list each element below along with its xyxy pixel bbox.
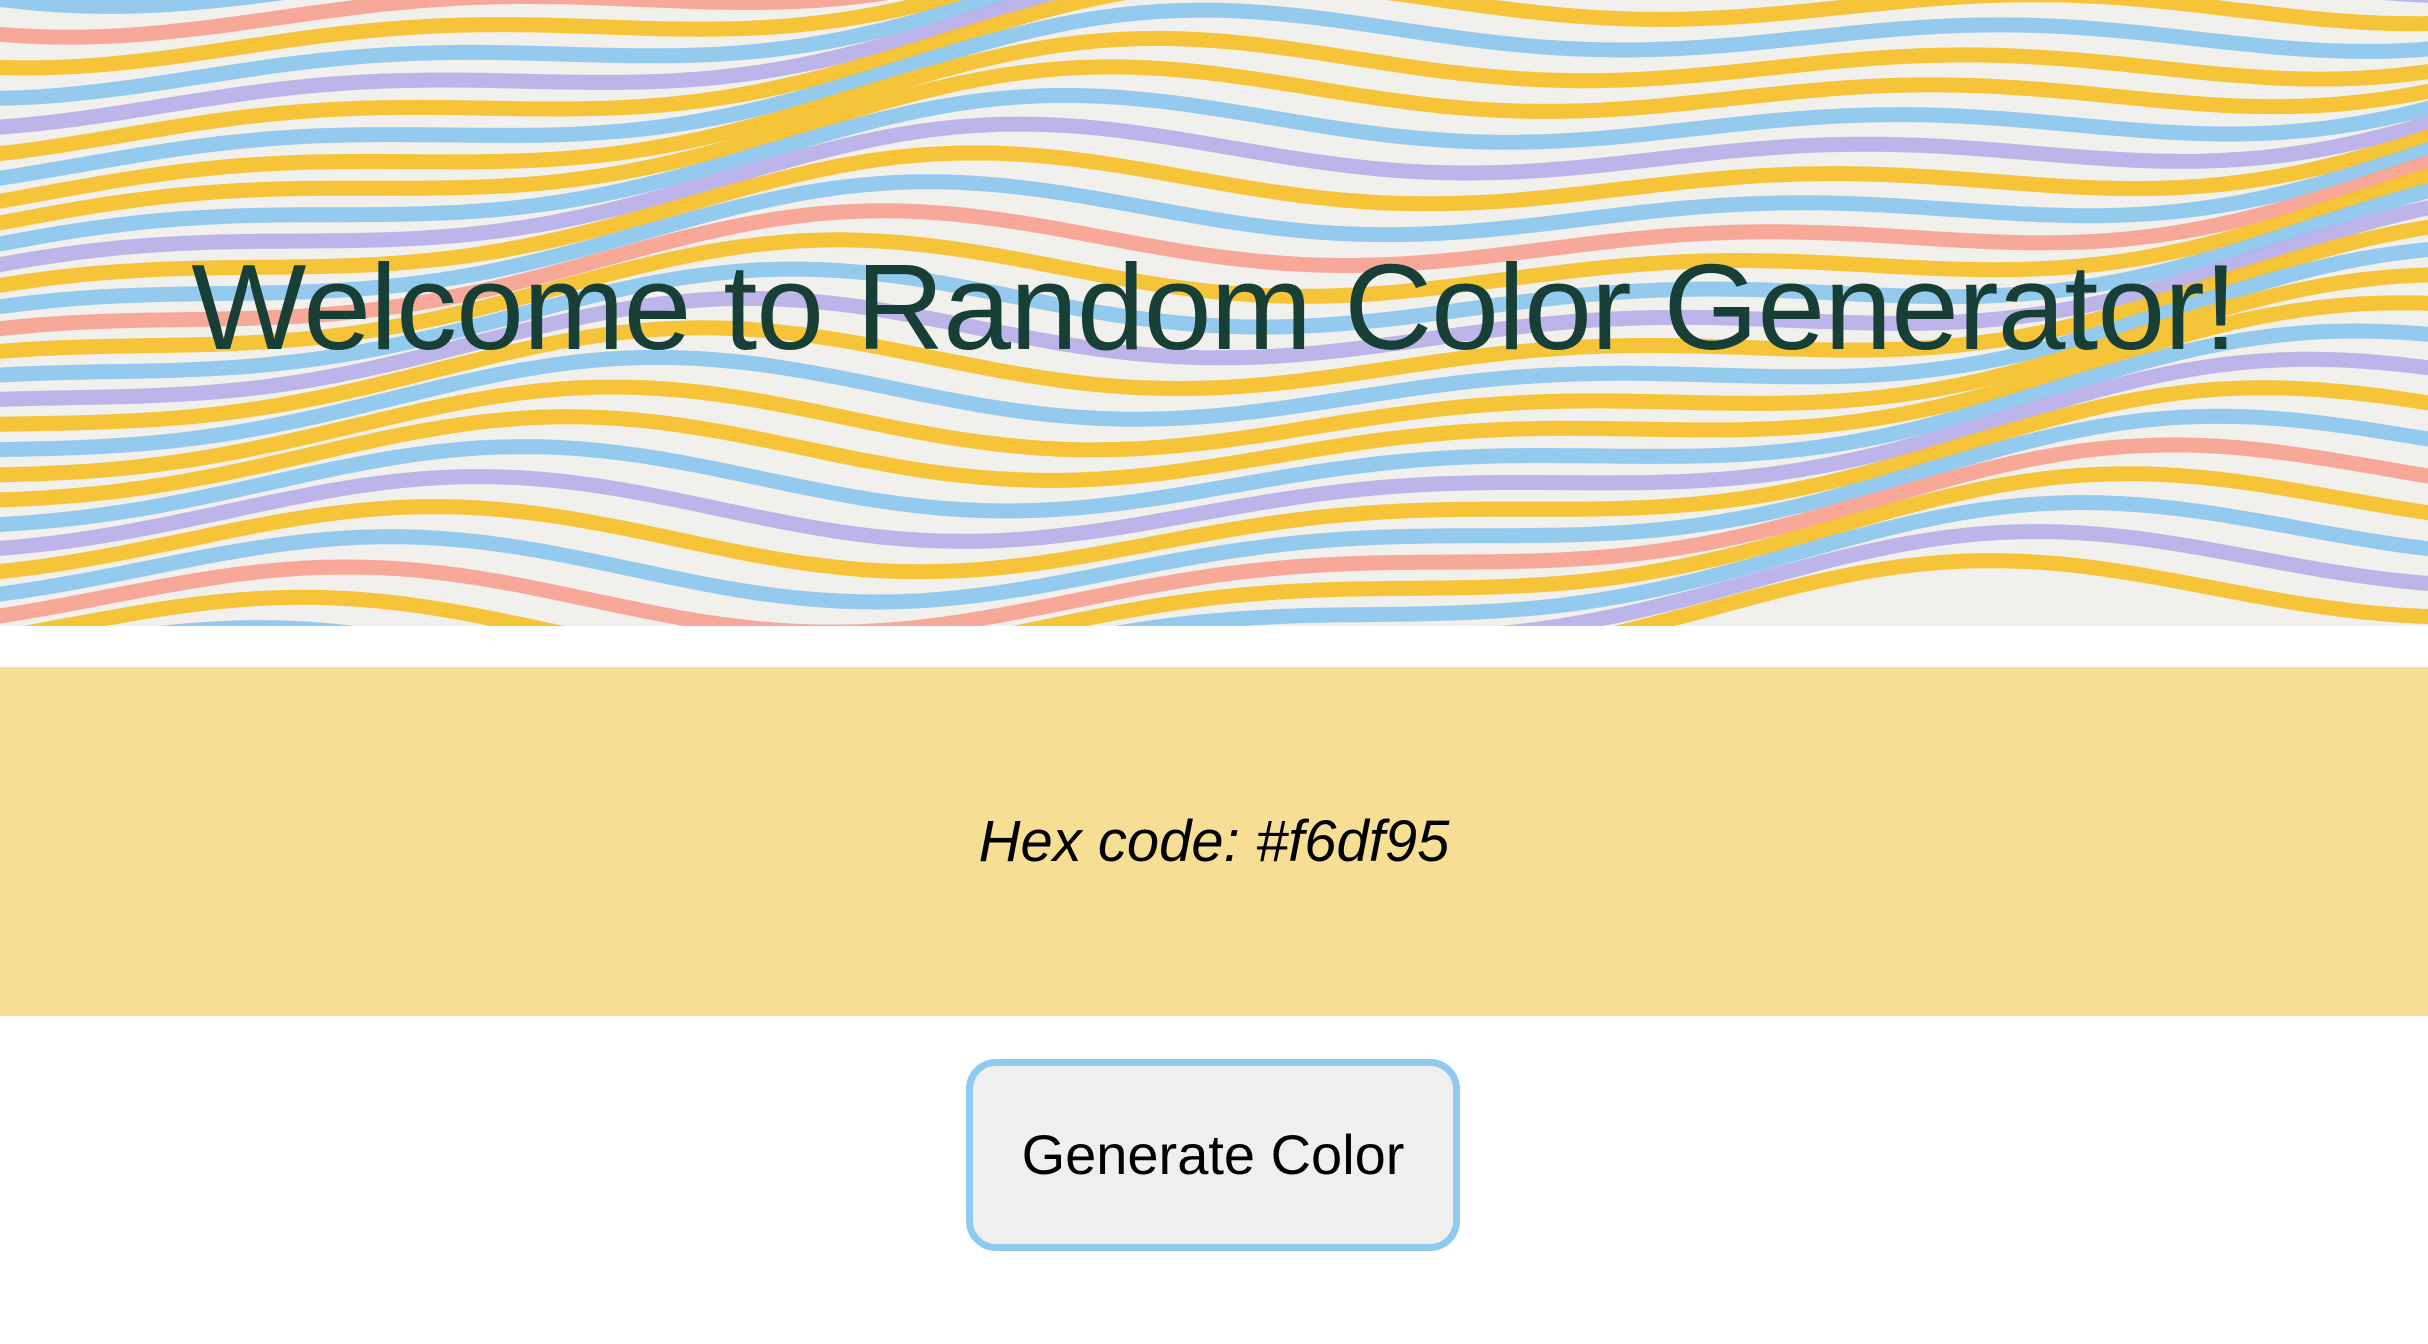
generate-color-button[interactable]: Generate Color (966, 1059, 1460, 1251)
hero-banner: Welcome to Random Color Generator! (0, 0, 2428, 626)
hex-code-text: Hex code: #f6df95 (978, 809, 1450, 874)
page-title: Welcome to Random Color Generator! (191, 239, 2237, 375)
